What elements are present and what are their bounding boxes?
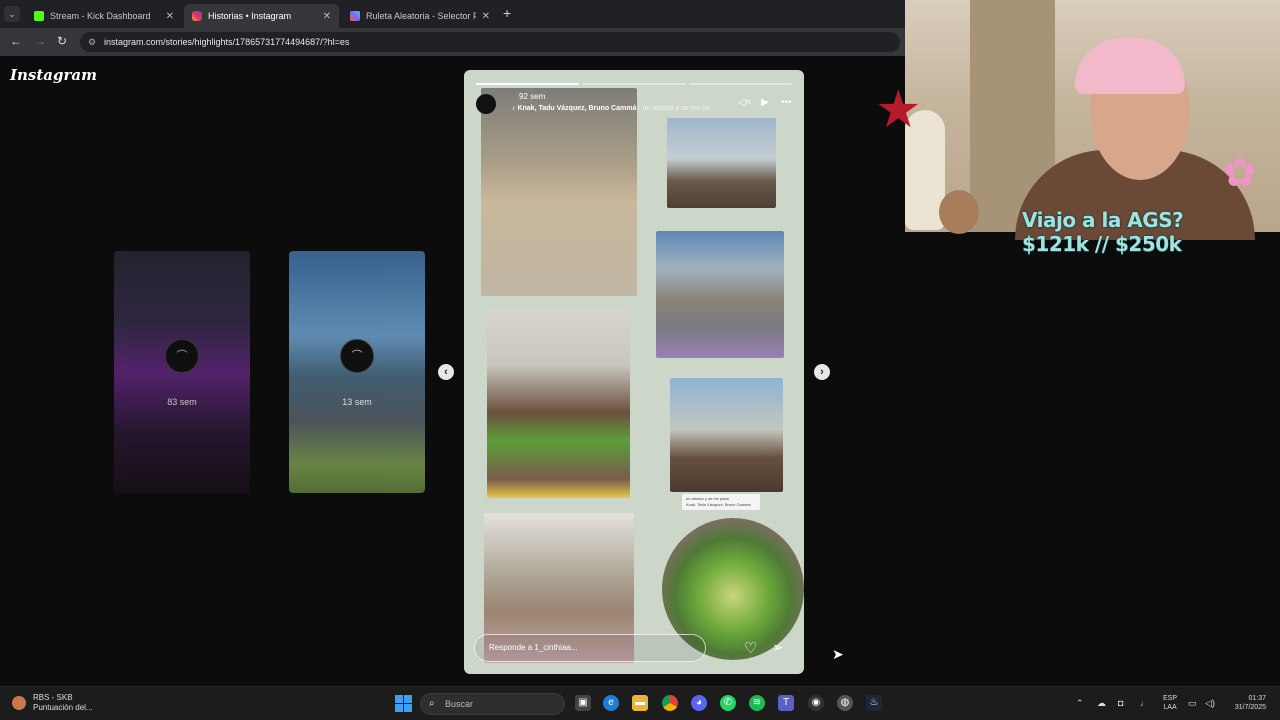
ruleta-favicon-icon bbox=[350, 11, 360, 21]
webcam-overlay: ★ ✿ bbox=[875, 0, 1280, 240]
previous-story-arrow-icon[interactable]: ‹ bbox=[438, 364, 454, 380]
close-tab-icon[interactable]: ✕ bbox=[323, 11, 331, 22]
send-icon[interactable]: ➢ bbox=[772, 639, 784, 656]
stream-goal-overlay: Viajo a la AGS? $121k // $250k bbox=[1022, 208, 1184, 256]
flower-sticker-icon: ✿ bbox=[1223, 151, 1257, 195]
heart-icon[interactable]: ♡ bbox=[744, 639, 757, 657]
chrome-icon[interactable] bbox=[662, 695, 678, 711]
tab-title: Historias • Instagram bbox=[208, 11, 292, 21]
windows-taskbar: RBS - SKB Puntuación del... ⌕ Buscar ▣ e… bbox=[0, 686, 1280, 720]
close-tab-icon[interactable]: ✕ bbox=[166, 11, 174, 22]
obs-icon[interactable]: ◉ bbox=[808, 695, 824, 711]
teams-icon[interactable]: T bbox=[778, 695, 794, 711]
microphone-icon[interactable]: ♩ bbox=[1140, 698, 1149, 708]
side-story-preview[interactable]: ⌒ 83 sem bbox=[114, 251, 250, 493]
forward-arrow-icon[interactable]: → bbox=[34, 34, 46, 48]
widget-subtitle: Puntuación del... bbox=[33, 703, 93, 712]
story-photo-street bbox=[656, 231, 784, 358]
story-age: 13 sem bbox=[342, 397, 372, 407]
progress-segment bbox=[582, 83, 686, 85]
more-options-icon[interactable]: ••• bbox=[781, 97, 792, 108]
story-photo-beach-2 bbox=[670, 378, 783, 492]
story-photo-beach bbox=[667, 118, 776, 208]
clock-date: 31/7/2025 bbox=[1234, 704, 1266, 711]
tab-search-button[interactable]: ⌄ bbox=[4, 6, 20, 22]
reload-icon[interactable]: ↻ bbox=[57, 34, 67, 48]
side-story-preview[interactable]: ⌒ 13 sem bbox=[289, 251, 425, 493]
browser-tab-strip: ⌄ Stream - Kick Dashboard ✕ Historias • … bbox=[0, 0, 905, 28]
back-arrow-icon[interactable]: ← bbox=[10, 34, 22, 48]
url-text: instagram.com/stories/highlights/1786573… bbox=[104, 37, 350, 47]
input-language[interactable]: ESP LAA bbox=[1163, 694, 1177, 712]
instagram-favicon-icon bbox=[192, 11, 202, 21]
play-icon[interactable]: ▶ bbox=[761, 97, 769, 108]
close-tab-icon[interactable]: ✕ bbox=[482, 11, 490, 22]
next-story-arrow-icon[interactable]: › bbox=[814, 364, 830, 380]
task-view-icon[interactable]: ▣ bbox=[575, 695, 591, 711]
story-avatar-icon: ⌒ bbox=[165, 339, 199, 373]
language-code: ESP bbox=[1163, 695, 1178, 702]
song-title: · un abrazo y se me pa bbox=[636, 105, 710, 112]
kick-favicon-icon bbox=[34, 11, 44, 21]
widgets-button[interactable]: RBS - SKB Puntuación del... bbox=[12, 693, 93, 713]
show-hidden-icons-chevron-icon[interactable]: ⌃ bbox=[1076, 698, 1084, 709]
app-icon[interactable]: ◍ bbox=[837, 695, 853, 711]
tab-kick-dashboard[interactable]: Stream - Kick Dashboard ✕ bbox=[26, 4, 182, 28]
mute-icon[interactable]: ◁× bbox=[738, 97, 752, 108]
new-tab-icon[interactable]: + bbox=[503, 5, 511, 21]
story-photo-avocado-plush bbox=[487, 308, 630, 498]
steam-icon[interactable]: ♨ bbox=[866, 695, 882, 711]
progress-segment bbox=[476, 83, 580, 85]
keyboard-layout: LAA bbox=[1163, 704, 1177, 711]
search-placeholder: Buscar bbox=[445, 699, 474, 709]
site-info-icon[interactable]: ⚙ bbox=[88, 32, 96, 52]
widget-icon bbox=[12, 696, 26, 710]
tab-title: Ruleta Aleatoria - Selector Pers bbox=[366, 11, 476, 21]
browser-toolbar: ← → ↻ ⚙ instagram.com/stories/highlights… bbox=[0, 28, 905, 56]
sticker-artist: Knak, Tadu Vázquez, Bruno Cammá bbox=[686, 502, 751, 507]
story-progress-bar bbox=[476, 83, 792, 85]
tab-title: Stream - Kick Dashboard bbox=[50, 11, 151, 21]
tray-app-icon[interactable]: ◘ bbox=[1118, 698, 1123, 708]
address-bar[interactable]: ⚙ instagram.com/stories/highlights/17865… bbox=[80, 32, 900, 52]
story-photo-mirror-selfie bbox=[481, 88, 637, 296]
goal-amount: $121k // $250k bbox=[1022, 232, 1182, 256]
red-star-sticker-icon: ★ bbox=[875, 81, 922, 139]
story-age: 83 sem bbox=[167, 397, 197, 407]
story-viewer[interactable]: un abrazo y se me pasa Knak, Tadu Vázque… bbox=[464, 70, 804, 674]
volume-icon[interactable]: ◁) bbox=[1205, 698, 1215, 709]
discord-icon[interactable]: ◕ bbox=[691, 695, 707, 711]
edge-icon[interactable]: e bbox=[603, 695, 619, 711]
teddy-bear-sticker bbox=[939, 190, 979, 234]
taskbar-search[interactable]: ⌕ Buscar bbox=[420, 693, 565, 715]
windows-start-icon[interactable] bbox=[395, 695, 412, 712]
story-avatar-icon: ⌒ bbox=[340, 339, 374, 373]
widget-title: RBS - SKB bbox=[33, 693, 73, 702]
goal-question: Viajo a la AGS? bbox=[1022, 208, 1184, 232]
story-song[interactable]: ♪ Knak, Tadu Vázquez, Bruno Cammá · un a… bbox=[512, 105, 710, 112]
clock-time: 01:37 bbox=[1248, 695, 1266, 702]
monitor-icon[interactable]: ▭ bbox=[1188, 698, 1197, 709]
instagram-logo[interactable]: Instagram bbox=[10, 66, 97, 84]
tab-instagram[interactable]: Historias • Instagram ✕ bbox=[184, 4, 339, 28]
whatsapp-icon[interactable]: ✆ bbox=[720, 695, 736, 711]
mouse-cursor-icon: ➤ bbox=[832, 646, 844, 662]
webcam-person-cap bbox=[1075, 38, 1185, 94]
system-clock[interactable]: 01:37 31/7/2025 bbox=[1226, 694, 1266, 712]
reply-input[interactable]: Responde a 1_cinthiaa... bbox=[474, 634, 706, 662]
tab-ruleta[interactable]: Ruleta Aleatoria - Selector Pers ✕ bbox=[342, 4, 498, 28]
profile-avatar[interactable] bbox=[476, 94, 496, 114]
spotify-icon[interactable]: ≋ bbox=[749, 695, 765, 711]
screen: ⌄ Stream - Kick Dashboard ✕ Historias • … bbox=[0, 0, 1280, 720]
file-explorer-icon[interactable]: ▬ bbox=[632, 695, 648, 711]
story-age: 92 sem bbox=[519, 92, 546, 101]
search-icon: ⌕ bbox=[429, 698, 435, 709]
song-artists: Knak, Tadu Vázquez, Bruno Cammá bbox=[517, 105, 637, 112]
song-sticker: un abrazo y se me pasa Knak, Tadu Vázque… bbox=[682, 494, 760, 510]
progress-segment bbox=[688, 83, 792, 85]
onedrive-icon[interactable]: ☁ bbox=[1097, 698, 1106, 709]
story-header: 92 sem ♪ Knak, Tadu Vázquez, Bruno Cammá… bbox=[474, 90, 794, 118]
